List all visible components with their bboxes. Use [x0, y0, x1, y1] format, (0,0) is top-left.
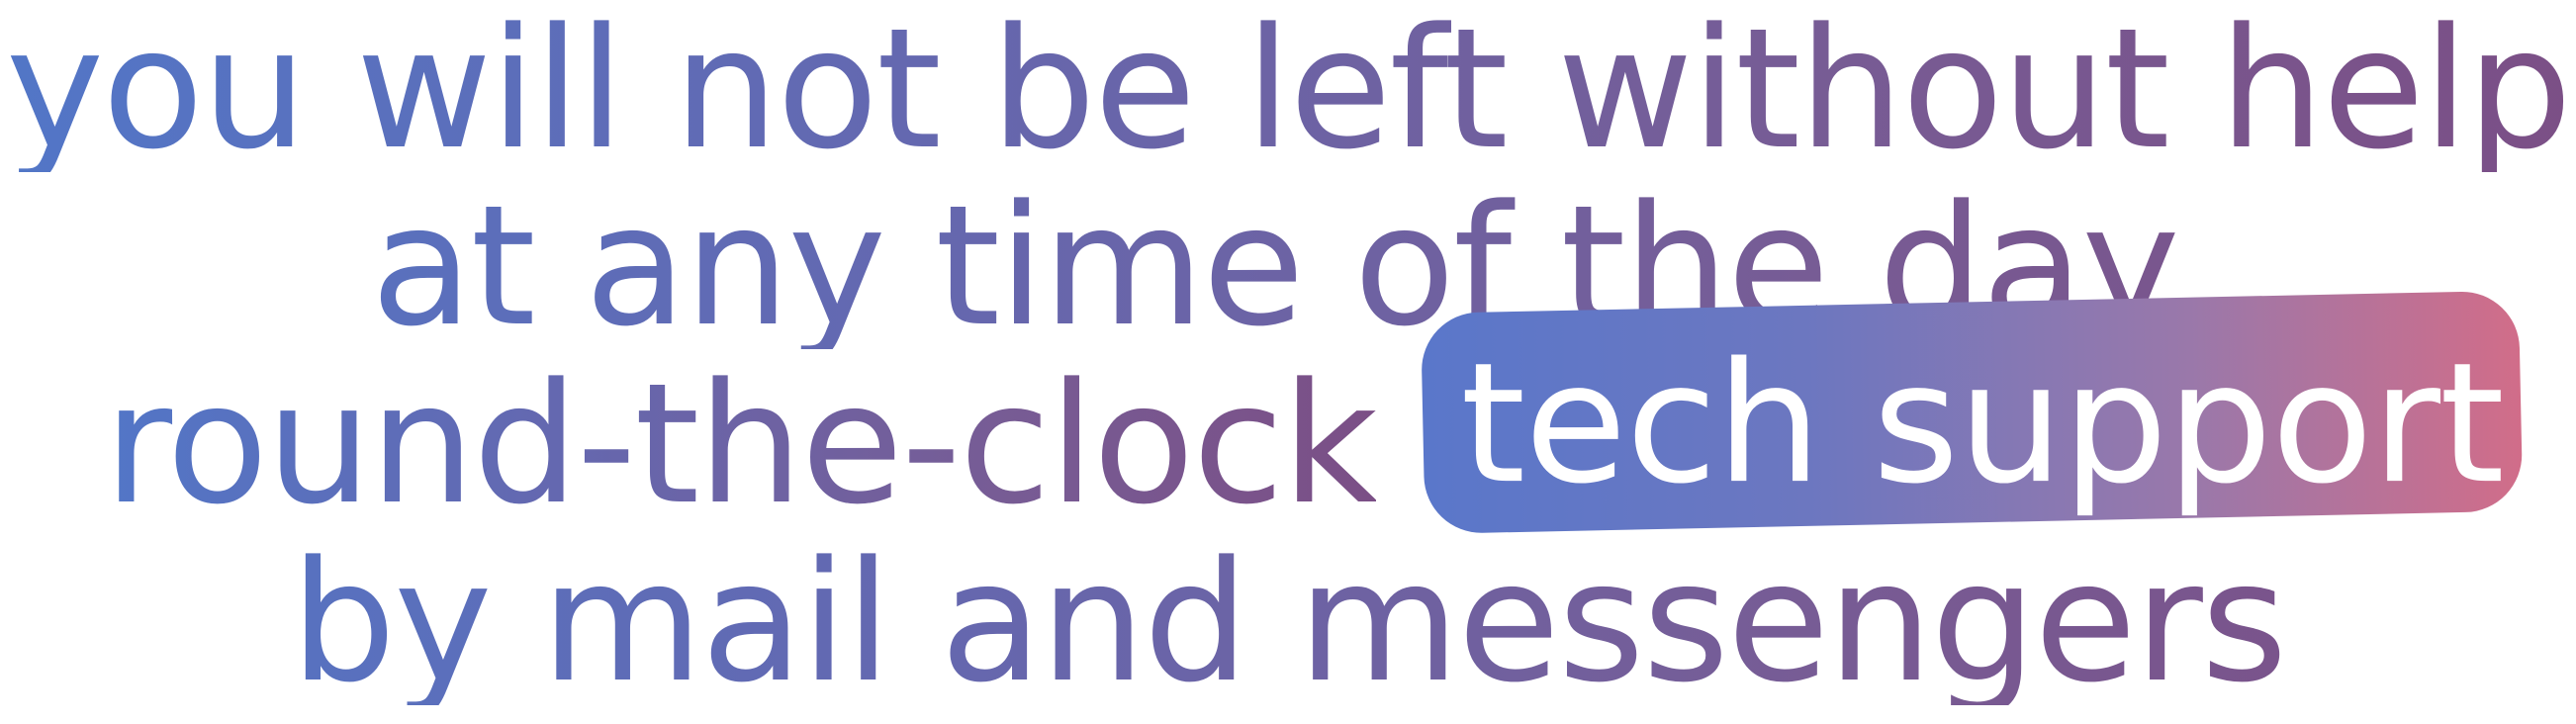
tech-support-highlight-text: tech support: [1460, 325, 2504, 520]
headline-line-3: round-the-clock: [104, 347, 1378, 541]
tech-support-highlight-pill: tech support: [1421, 290, 2524, 534]
headline-canvas: you will not be left without help at any…: [0, 0, 2576, 724]
headline-line-1: you will not be left without help: [0, 6, 2576, 172]
headline-line-4: by mail and messengers: [0, 539, 2576, 705]
